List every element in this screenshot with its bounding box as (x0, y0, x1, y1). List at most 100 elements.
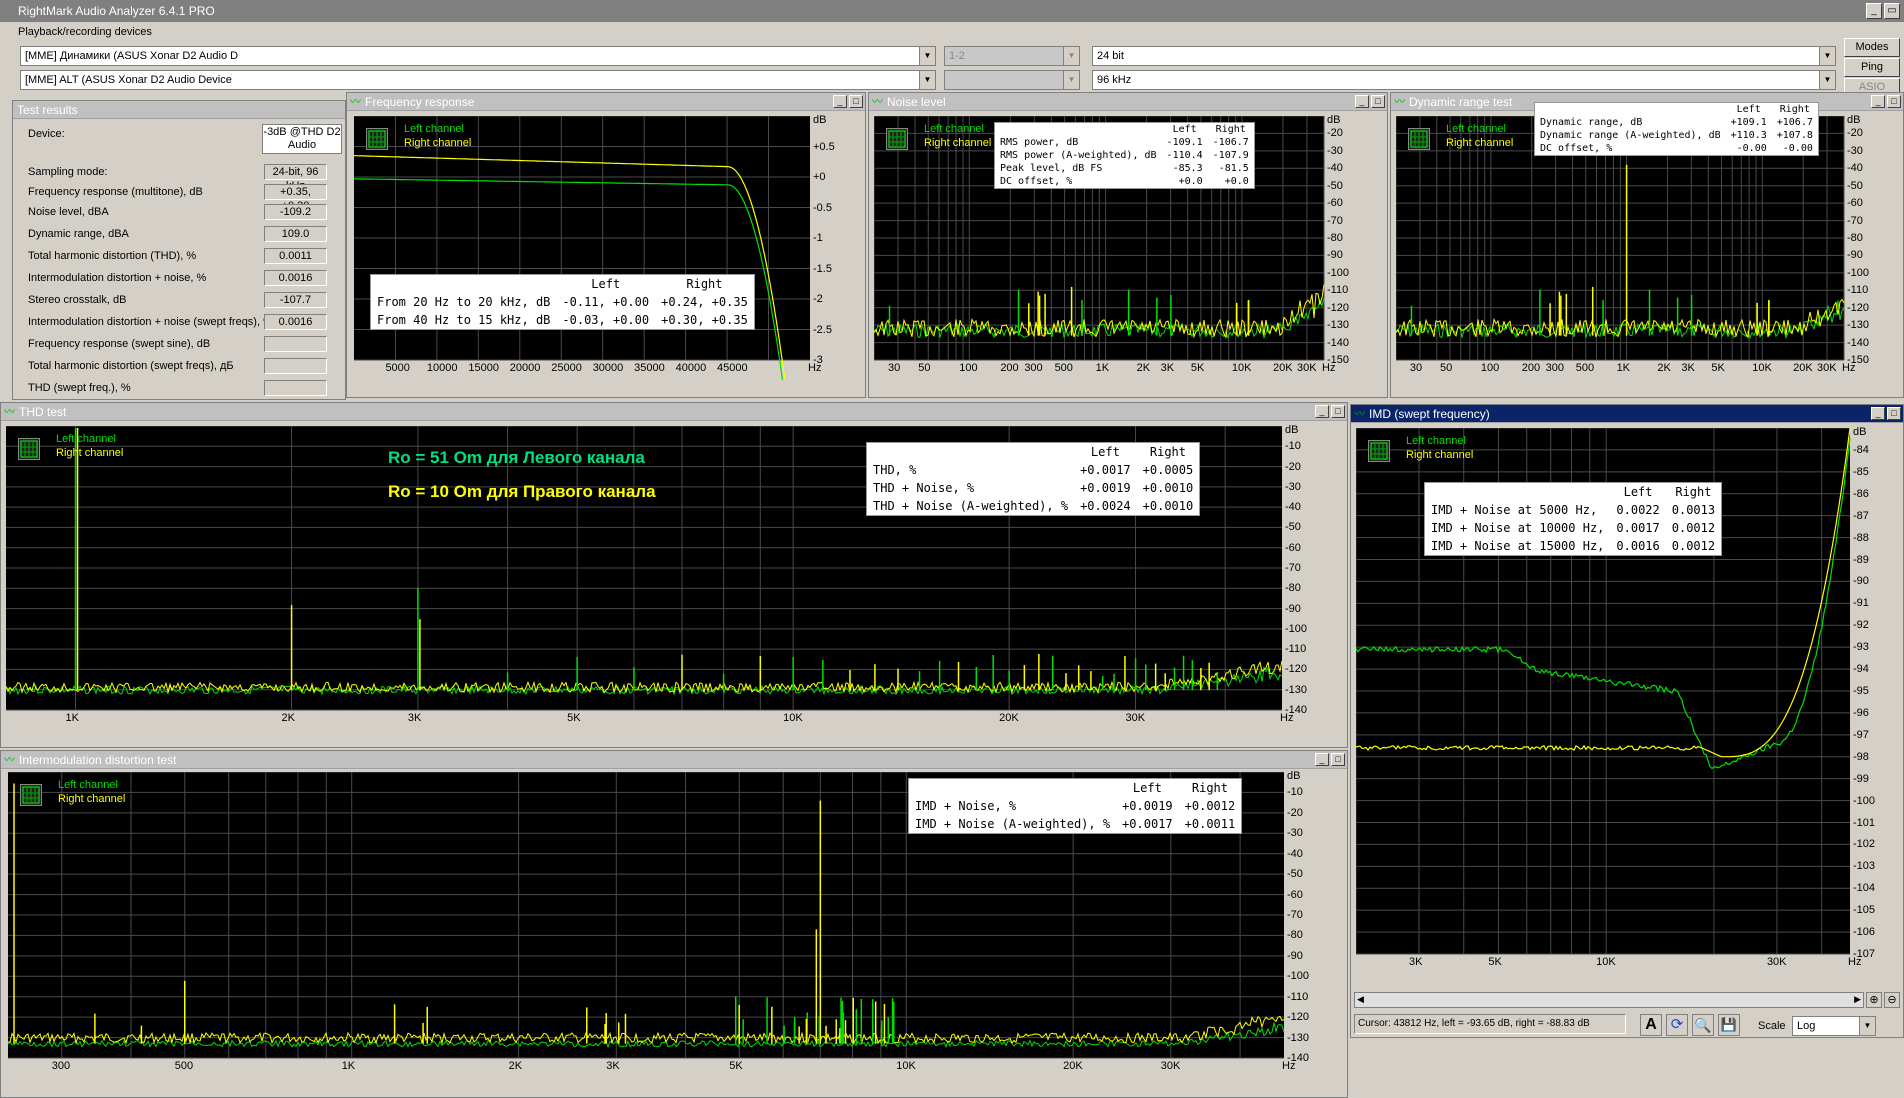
y-tick-label: -94 (1853, 663, 1869, 676)
table-row: RMS power (A-weighted), dB -110.4 -107.9 (995, 149, 1254, 162)
channels-select[interactable]: 1-2 ▼ (944, 46, 1080, 66)
y-tick-label: -20 (1287, 806, 1303, 819)
plot-settings-icon[interactable] (1368, 440, 1390, 462)
y-tick-label: -91 (1853, 597, 1869, 610)
y-tick-label: -104 (1853, 882, 1876, 895)
dynrange-plot[interactable]: dB -20 -30 -40 -50 -60 -70 -80 -90 -100 -110 -120 -1… (1396, 102, 1874, 380)
x-tick-label: 30000 (592, 362, 624, 374)
table-cell: -0.11, +0.00 (562, 295, 650, 309)
app-title: RightMark Audio Analyzer 6.4.1 PRO (18, 4, 215, 18)
table-header: Left (1736, 104, 1761, 115)
scale-select[interactable]: Log ▼ (1792, 1016, 1876, 1036)
result-label: Frequency response (swept sine), dB (28, 338, 211, 350)
sample-rate-select[interactable]: 96 kHz ▼ (1092, 70, 1836, 90)
y-tick-label: -1.5 (813, 262, 832, 275)
maximize-button[interactable]: □ (1887, 95, 1901, 108)
minimize-button[interactable]: _ (1871, 95, 1885, 108)
refresh-icon[interactable]: ⟳ (1666, 1014, 1688, 1036)
table-cell: +0.30, +0.35 (661, 313, 748, 327)
devices-group-label: Playback/recording devices (18, 26, 152, 38)
y-tick-label: -97 (1853, 728, 1869, 741)
maximize-button[interactable]: □ (1331, 753, 1345, 766)
playback-device-value: [MME] Динамики (ASUS Xonar D2 Audio D (25, 50, 239, 62)
x-tick-label: 30K (1817, 362, 1837, 374)
minimize-button[interactable]: _ (1871, 407, 1885, 420)
legend-right: Right channel (1406, 449, 1474, 461)
y-tick-label: -130 (1327, 319, 1350, 332)
x-tick-label: 10K (1752, 362, 1772, 374)
plot-settings-icon[interactable] (1408, 128, 1430, 150)
minimize-button[interactable]: _ (1315, 405, 1329, 418)
zoom-out-icon[interactable]: ⊖ (1884, 992, 1900, 1008)
thd-plot[interactable]: dB -10 -20 -30 -40 -50 -60 -70 -80 -90 -100 -110 -12… (6, 424, 1316, 732)
x-tick-label: 300 (51, 1060, 71, 1072)
table-row: Dynamic range (A-weighted), dB +110.3 +107… (1535, 129, 1818, 142)
legend: Left channel Right channel (1406, 434, 1473, 462)
modes-button[interactable]: Modes (1844, 38, 1900, 57)
y-tick-label: -88 (1853, 531, 1869, 544)
maximize-button[interactable]: □ (1887, 407, 1901, 420)
horizontal-scrollbar[interactable]: ◀ ▶ (1354, 992, 1864, 1008)
playback-device-select[interactable]: [MME] Динамики (ASUS Xonar D2 Audio D ▼ (20, 46, 936, 66)
y-tick-label: dB (1853, 426, 1867, 438)
x-tick-label: 200 (1000, 362, 1019, 374)
legend-left: Left channel (58, 779, 118, 791)
test-results-title: Test results (13, 101, 345, 119)
y-tick-label: -84 (1853, 443, 1869, 456)
scroll-right-icon[interactable]: ▶ (1854, 994, 1861, 1005)
restore-button[interactable]: ▭ (1884, 3, 1900, 19)
table-row: Peak level, dB FS -85.3 -81.5 (995, 162, 1254, 175)
maximize-button[interactable]: □ (1331, 405, 1345, 418)
y-tick-label: -100 (1327, 266, 1350, 279)
minimize-button[interactable]: _ (1355, 95, 1369, 108)
plot-settings-icon[interactable] (20, 784, 42, 806)
text-tool-icon[interactable]: A (1640, 1014, 1662, 1036)
channels-select-2[interactable]: ▼ (944, 70, 1080, 90)
plot-settings-icon[interactable] (366, 128, 388, 150)
table-row: IMD + Noise at 10000 Hz, 0.0017 0.0012 (1425, 519, 1721, 537)
y-tick-label: -60 (1287, 888, 1303, 901)
scroll-left-icon[interactable]: ◀ (1357, 994, 1364, 1005)
table-cell: IMD + Noise (A-weighted), % (915, 817, 1111, 831)
minimize-button[interactable]: _ (833, 95, 847, 108)
minimize-button[interactable]: _ (1866, 3, 1882, 19)
plot-settings-icon[interactable] (18, 438, 40, 460)
results-table: Left Right RMS power, dB -109.1 -106.7 RMS po… (994, 122, 1255, 189)
freq-response-plot[interactable]: dB +0.5 +0 -0.5 -1 -1.5 -2 -2.5 -3 5000 10000 15000… (354, 114, 838, 380)
zoom-in-icon[interactable]: ⊕ (1866, 992, 1882, 1008)
bit-depth-select[interactable]: 24 bit ▼ (1092, 46, 1836, 66)
table-header (1425, 483, 1610, 501)
table-row: THD, % +0.0017 +0.0005 (867, 461, 1199, 479)
x-tick-label: Hz (1842, 362, 1856, 374)
y-tick-label: -92 (1853, 619, 1869, 632)
x-tick-label: Hz (808, 362, 822, 374)
y-tick-label: -70 (1285, 562, 1301, 574)
table-cell: +0.0010 (1142, 481, 1194, 495)
maximize-button[interactable]: □ (1371, 95, 1385, 108)
imd-plot[interactable]: dB -10 -20 -30 -40 -50 -60 -70 -80 -90 -100 -110 -12… (8, 770, 1318, 1080)
result-label: THD (swept freq.), % (28, 382, 131, 394)
magnifier-icon[interactable]: 🔍 (1692, 1014, 1714, 1036)
recording-device-select[interactable]: [MME] ALT (ASUS Xonar D2 Audio Device ▼ (20, 70, 936, 90)
y-tick-label: -86 (1853, 487, 1869, 500)
noise-plot[interactable]: dB -20 -30 -40 -50 -60 -70 -80 -90 -100 -110 -120 -1… (874, 114, 1354, 380)
ping-button[interactable]: Ping (1844, 58, 1900, 77)
table-header (867, 443, 1074, 461)
x-tick-label: 2K (281, 712, 296, 724)
y-tick-label: -80 (1285, 582, 1301, 595)
x-tick-label: 30K (1160, 1060, 1181, 1072)
x-tick-label: 2K (1657, 362, 1671, 374)
x-tick-label: 10K (1596, 956, 1616, 968)
imd-swept-plot[interactable]: dB -84 -85 -86 -87 -88 -89 -90 -91 -92 -93 -94 -95 -9… (1356, 426, 1876, 974)
y-tick-label: -105 (1853, 904, 1876, 917)
save-icon[interactable]: 💾 (1718, 1014, 1740, 1036)
maximize-button[interactable]: □ (849, 95, 863, 108)
table-cell: -107.9 (1212, 150, 1249, 161)
minimize-button[interactable]: _ (1315, 753, 1329, 766)
table-cell: DC offset, % (1000, 176, 1073, 187)
y-tick-label: -40 (1327, 162, 1343, 175)
plot-settings-icon[interactable] (886, 128, 908, 150)
table-row: IMD + Noise, % +0.0019 +0.0012 (909, 797, 1241, 815)
y-tick-label: -10 (1287, 786, 1303, 799)
table-row: THD + Noise, % +0.0019 +0.0010 (867, 479, 1199, 497)
